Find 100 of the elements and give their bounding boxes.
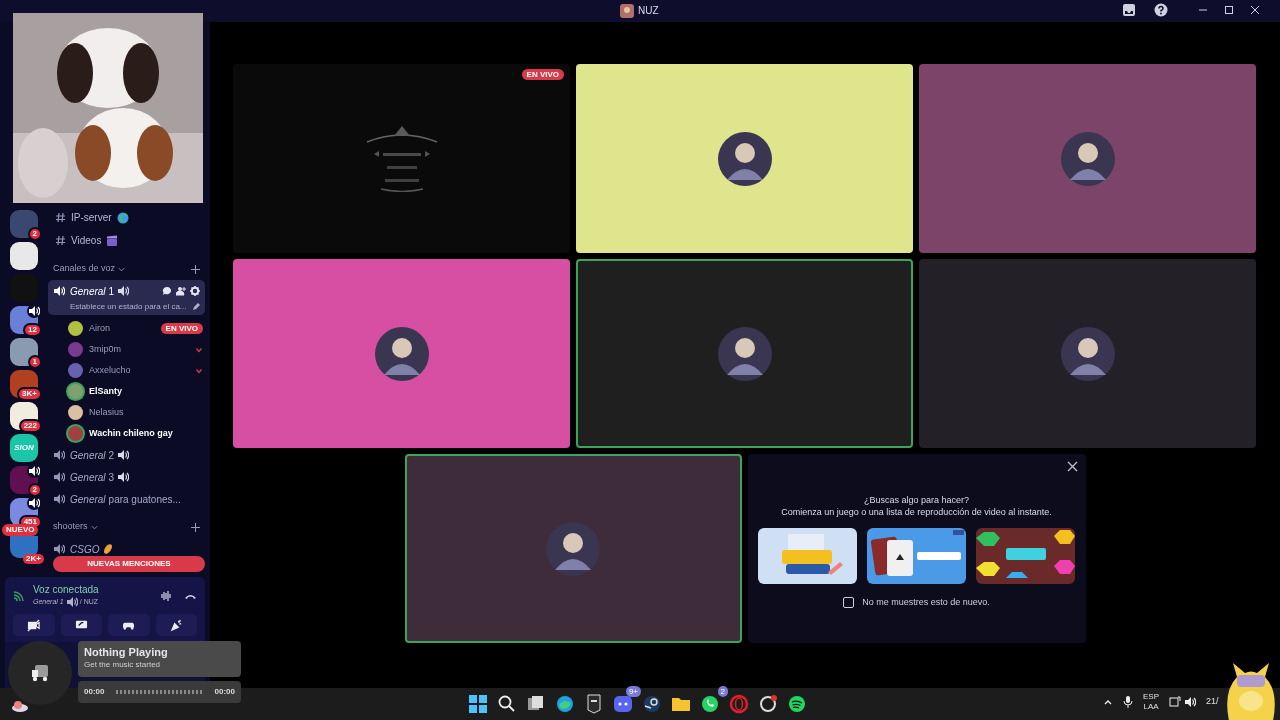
user-name: ElSanty — [89, 384, 122, 398]
chat-icon[interactable] — [162, 286, 172, 296]
settings-icon[interactable] — [190, 286, 200, 296]
windows-icon[interactable] — [466, 692, 490, 716]
server-icon[interactable] — [10, 536, 38, 558]
speaker-icon — [53, 285, 65, 297]
music-cart-icon — [30, 664, 50, 682]
keyboard-language[interactable]: ESP — [1143, 692, 1159, 702]
camera-off-button[interactable] — [13, 614, 55, 636]
progress-track-icon[interactable] — [115, 690, 204, 694]
window-title: NUZ — [638, 4, 659, 18]
new-badge: NUEVO — [2, 524, 39, 536]
user-name: Axxelucho — [89, 363, 131, 377]
unread-badge: 3K+ — [17, 387, 42, 401]
channel-status: Establece un estado para el ca... — [70, 300, 187, 313]
server-logo-text: SION — [14, 442, 34, 454]
inbox-icon[interactable] — [1122, 3, 1136, 17]
channel-name: CSGO — [70, 542, 100, 557]
chevron-icon — [195, 345, 203, 354]
notification-badge: 9+ — [625, 686, 641, 697]
unread-badge: 2K+ — [23, 554, 44, 564]
user-avatar — [374, 326, 429, 381]
channel-name[interactable]: Videos — [71, 233, 102, 248]
speaker-icon — [53, 449, 65, 461]
user-avatar — [717, 131, 772, 186]
track-title: Nothing Playing — [84, 645, 169, 659]
voice-user[interactable]: ElSanty — [68, 381, 205, 402]
help-icon[interactable] — [1154, 3, 1168, 17]
screen-share-icon — [74, 618, 88, 632]
maximize-icon[interactable] — [1224, 5, 1234, 15]
add-user-icon[interactable] — [176, 286, 186, 296]
voice-channel[interactable]: General 1 Establece un estado para el ca... — [48, 280, 205, 315]
keyboard-layout[interactable]: LAA — [1143, 702, 1159, 712]
channel-name-suffix: 3 — [108, 470, 115, 485]
user-name: Airon — [89, 321, 110, 335]
close-icon[interactable] — [1066, 461, 1078, 472]
unread-badge: 12 — [23, 323, 42, 337]
track-subtitle: Get the music started — [84, 659, 162, 671]
channel-name[interactable]: IP-server — [71, 210, 112, 225]
voice-channel[interactable]: General 3 — [48, 466, 205, 488]
camera-off-icon — [27, 618, 41, 632]
opera-icon[interactable] — [727, 692, 751, 716]
checkbox[interactable] — [843, 597, 855, 609]
chevron-icon — [90, 523, 98, 531]
live-badge: EN VIVO — [160, 323, 203, 334]
checkbox-label: No me muestres esto de nuevo. — [862, 596, 990, 609]
speaker-icon — [117, 449, 130, 461]
user-avatar — [68, 405, 83, 420]
plus-icon[interactable] — [191, 522, 200, 532]
new-mentions-button[interactable]: NUEVAS MENCIONES — [53, 556, 205, 572]
clock[interactable]: 21/ — [1206, 695, 1219, 709]
speaker-icon — [53, 543, 65, 555]
voice-channel[interactable]: General para guatones... — [48, 488, 205, 510]
server-icon[interactable] — [10, 242, 38, 270]
activity-title: ¿Buscas algo para hacer? — [863, 494, 970, 506]
server-icon[interactable] — [10, 338, 38, 366]
category-name[interactable]: shooters — [53, 520, 88, 534]
chevron-icon — [118, 265, 126, 273]
voice-channel[interactable]: General 2 — [48, 444, 205, 466]
channel-name: General — [70, 492, 106, 507]
close-icon[interactable] — [1250, 5, 1260, 15]
activity-subtitle: Comienza un juego o una lista de reproducción de video al instante. — [781, 506, 1052, 518]
unread-badge: 222 — [18, 419, 42, 433]
channel-name: General — [70, 284, 106, 299]
pencil-icon[interactable] — [192, 302, 200, 311]
channel-name-suffix: para guatones... — [108, 492, 181, 507]
category-name[interactable]: Canales de voz — [53, 262, 116, 276]
user-avatar — [1060, 131, 1115, 186]
hash-icon — [55, 212, 66, 223]
channel-name-suffix: 1 — [108, 284, 115, 299]
speaker-icon — [53, 471, 65, 483]
speaker-icon — [1184, 696, 1196, 708]
clapper-icon — [106, 234, 119, 247]
noise-icon[interactable] — [160, 590, 172, 602]
channel-name: General — [70, 448, 106, 463]
speaker-icon — [53, 493, 65, 505]
total-time: 00:00 — [214, 686, 235, 698]
channel-name: General — [70, 470, 106, 485]
network-icon[interactable] — [1169, 696, 1181, 708]
user-avatar — [68, 426, 83, 441]
soundboard-icon — [169, 618, 183, 632]
soundboard-button[interactable] — [155, 614, 197, 636]
user-avatar — [68, 342, 83, 357]
voice-user[interactable]: Airon EN VIVO — [68, 318, 205, 339]
voice-user[interactable]: 3mip0m — [68, 339, 205, 360]
gamepad-button[interactable] — [108, 614, 150, 636]
voice-user[interactable]: Axxelucho — [68, 360, 205, 381]
speaker-icon — [117, 471, 130, 483]
screen-share-button[interactable] — [60, 614, 102, 636]
channel-name-suffix: 2 — [108, 448, 115, 463]
speaker-icon — [65, 596, 78, 608]
voice-user[interactable]: Wachin chileno gay — [68, 423, 205, 444]
globe-icon — [116, 211, 129, 224]
microphone-icon[interactable] — [1123, 696, 1133, 708]
user-name: Nelasius — [89, 405, 124, 419]
user-avatar — [68, 363, 83, 378]
voice-user[interactable]: Nelasius — [68, 402, 205, 423]
plus-icon[interactable] — [191, 264, 200, 274]
user-avatar — [68, 384, 83, 399]
user-avatar — [546, 521, 600, 576]
